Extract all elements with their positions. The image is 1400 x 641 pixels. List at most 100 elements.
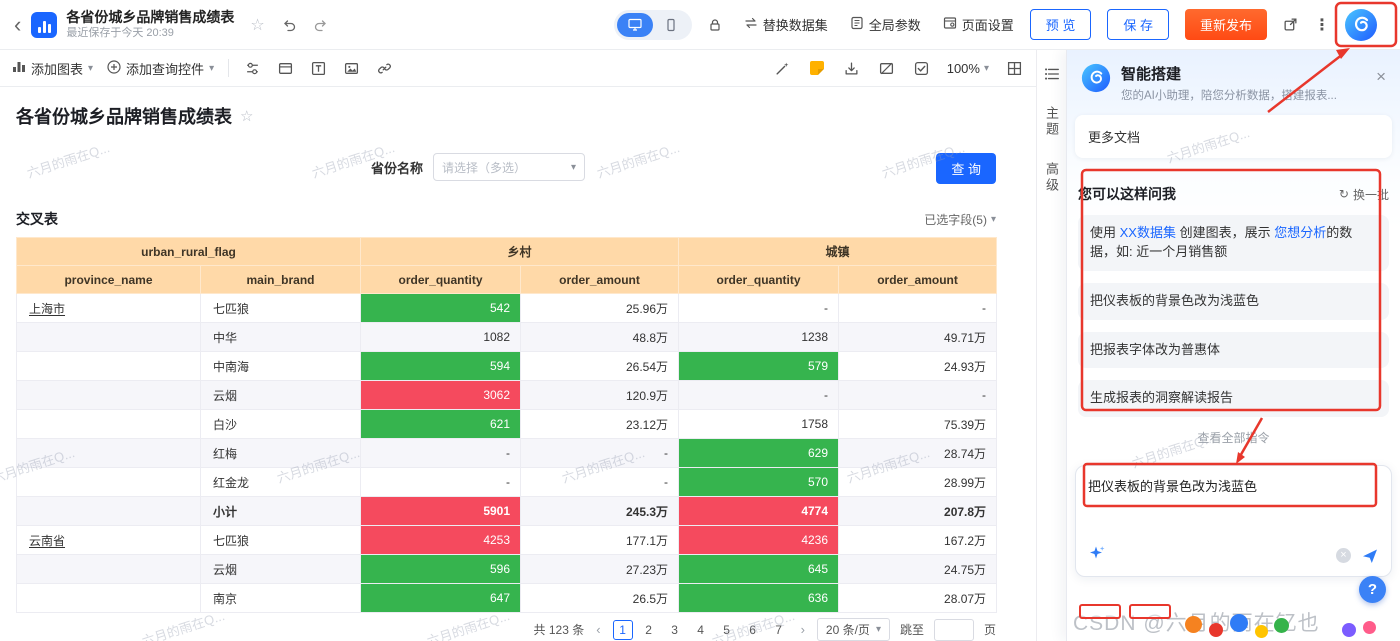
cell-qty-urban: -	[678, 293, 840, 323]
cell-brand: 云烟	[199, 554, 362, 584]
close-icon[interactable]: ×	[1376, 68, 1386, 85]
preview-button[interactable]: 预 览	[1029, 9, 1092, 40]
more-menu-icon[interactable]: ⋮	[1314, 15, 1330, 35]
control-slider-icon[interactable]	[243, 59, 262, 78]
title-star-icon[interactable]: ☆	[240, 107, 253, 125]
page-settings-button[interactable]: 页面设置	[943, 15, 1014, 34]
add-query-control-button[interactable]: 添加查询控件 ▾	[107, 59, 214, 78]
total-count: 共 123 条	[533, 623, 585, 637]
cell-province	[16, 583, 201, 613]
redo-icon[interactable]	[313, 17, 329, 33]
ai-assistant-button[interactable]	[1344, 8, 1378, 42]
add-chart-button[interactable]: 添加图表 ▾	[12, 59, 93, 78]
add-query-control-label: 添加查询控件	[126, 61, 205, 77]
favorite-star-icon[interactable]: ☆	[250, 15, 264, 35]
desktop-mode-toggle[interactable]	[616, 12, 653, 37]
view-all-commands-link[interactable]: 查看全部指令	[1067, 429, 1400, 446]
crosstab-body: 上海市 七匹狼 542 25.96万 - - 中华 1082 48.8万 1238 49.71万 中南…	[16, 293, 998, 613]
cell-brand: 中南海	[199, 351, 362, 381]
cell-province	[16, 554, 201, 584]
page-size-select[interactable]: 20 条/页 ▾	[816, 618, 890, 641]
help-button[interactable]: ?	[1359, 576, 1386, 603]
layer-list-icon[interactable]	[1044, 66, 1060, 82]
cell-amt-urban: 49.71万	[838, 322, 998, 352]
mobile-mode-toggle[interactable]	[653, 13, 689, 37]
side-rail: 主题 高级	[1036, 50, 1066, 641]
cell-qty-rural: -	[360, 438, 522, 468]
page-number[interactable]: 2	[639, 620, 659, 640]
placeholder-image-icon[interactable]	[877, 59, 896, 78]
sticky-note-icon[interactable]	[808, 59, 826, 77]
table-row: 南京 647 26.5万 636 28.07万	[16, 583, 998, 613]
save-button[interactable]: 保 存	[1107, 9, 1169, 40]
clear-input-icon[interactable]: ×	[1336, 548, 1351, 563]
cell-brand: 红梅	[199, 438, 362, 468]
grid-layout-icon[interactable]	[1005, 59, 1024, 78]
page-settings-label: 页面设置	[961, 18, 1014, 33]
replace-dataset-button[interactable]: 替换数据集	[744, 15, 828, 34]
zoom-control[interactable]: 100% ▾	[947, 61, 989, 76]
table-row: 小计 5901 245.3万 4774 207.8万	[16, 496, 998, 526]
suggestions-section: 您可以这样问我 ↻ 换一批 使用 XX数据集 创建图表，展示 您想分析的数据，如…	[1078, 184, 1389, 418]
pagination-bar: 共 123 条 ‹ 1234567 › 20 条/页 ▾ 跳至 页	[0, 618, 1036, 641]
edit-toolbar: 添加图表 ▾ 添加查询控件 ▾ 100% ▾	[0, 50, 1036, 87]
send-icon[interactable]	[1361, 547, 1379, 565]
text-widget-icon[interactable]	[309, 59, 328, 78]
ai-logo-icon	[1081, 63, 1111, 98]
cell-qty-rural: 542	[360, 293, 522, 323]
page-number[interactable]: 7	[769, 620, 789, 640]
suggestion-chip[interactable]: 生成报表的洞察解读报告	[1078, 380, 1389, 418]
cell-amt-rural: 27.23万	[520, 554, 680, 584]
cell-qty-urban: 570	[678, 467, 840, 497]
device-mode-toggle	[613, 9, 692, 40]
back-button[interactable]: ‹	[14, 13, 21, 36]
global-params-button[interactable]: 全局参数	[850, 15, 921, 34]
sticker-chip	[1129, 604, 1171, 619]
page-number[interactable]: 1	[612, 619, 633, 640]
tab-container-icon[interactable]	[276, 59, 295, 78]
sticker-chip	[1079, 604, 1121, 619]
refresh-suggestions-button[interactable]: ↻ 换一批	[1339, 186, 1389, 203]
cell-amt-urban: 167.2万	[838, 525, 998, 555]
province-select[interactable]: 请选择（多选） ▾	[433, 153, 585, 181]
page-number[interactable]: 6	[743, 620, 763, 640]
cell-qty-rural: 5901	[360, 496, 522, 526]
page-number[interactable]: 3	[665, 620, 685, 640]
undo-icon[interactable]	[281, 17, 297, 33]
query-button[interactable]: 查 询	[936, 153, 996, 184]
suggestion-chip[interactable]: 把仪表板的背景色改为浅蓝色	[1078, 282, 1389, 320]
jump-page-input[interactable]	[933, 618, 974, 641]
column-header: order_amount	[838, 265, 998, 294]
tab-theme[interactable]: 主题	[1042, 106, 1061, 138]
suggestion-chip[interactable]: 使用 XX数据集 创建图表，展示 您想分析的数据，如: 近一个月销售额	[1078, 215, 1389, 271]
dashboard-title: 各省份城乡品牌销售成绩表	[16, 107, 232, 127]
table-row: 红金龙 - -570 28.99万	[16, 467, 998, 497]
page-number[interactable]: 4	[691, 620, 711, 640]
cell-qty-urban: 636	[678, 583, 840, 613]
export-tray-icon[interactable]	[842, 59, 861, 78]
republish-button[interactable]: 重新发布	[1184, 9, 1267, 40]
page-number[interactable]: 5	[717, 620, 737, 640]
more-docs-link[interactable]: 更多文档	[1075, 115, 1392, 158]
selected-fields-button[interactable]: 已选字段(5) ▾	[924, 211, 996, 228]
image-widget-icon[interactable]	[342, 59, 361, 78]
magic-wand-icon[interactable]	[773, 59, 792, 78]
dashboard-canvas: 各省份城乡品牌销售成绩表 ☆ 省份名称 请选择（多选） ▾ 查 询 交叉表 已选…	[0, 87, 1036, 641]
page-size-value: 20 条/页	[825, 623, 870, 637]
query-control-row: 省份名称 请选择（多选） ▾ 查 询	[0, 153, 1036, 184]
tab-advanced[interactable]: 高级	[1042, 162, 1061, 194]
cell-qty-rural: 1082	[360, 322, 522, 352]
cell-amt-urban: 24.93万	[838, 351, 998, 381]
next-page-button[interactable]: ›	[799, 622, 807, 637]
cell-qty-rural: 4253	[360, 525, 522, 555]
link-widget-icon[interactable]	[375, 59, 394, 78]
lock-icon[interactable]	[708, 18, 722, 32]
suggestion-chip[interactable]: 把报表字体改为普惠体	[1078, 331, 1389, 369]
cell-qty-urban: 1758	[678, 409, 840, 439]
check-square-icon[interactable]	[912, 59, 931, 78]
share-icon[interactable]	[1283, 17, 1298, 32]
prev-page-button[interactable]: ‹	[594, 622, 602, 637]
table-row: 中南海 594 26.54万 579 24.93万	[16, 351, 998, 381]
table-row: 云烟 3062 120.9万 - -	[16, 380, 998, 410]
ai-prompt-input[interactable]: 把仪表板的背景色改为浅蓝色	[1088, 476, 1379, 520]
